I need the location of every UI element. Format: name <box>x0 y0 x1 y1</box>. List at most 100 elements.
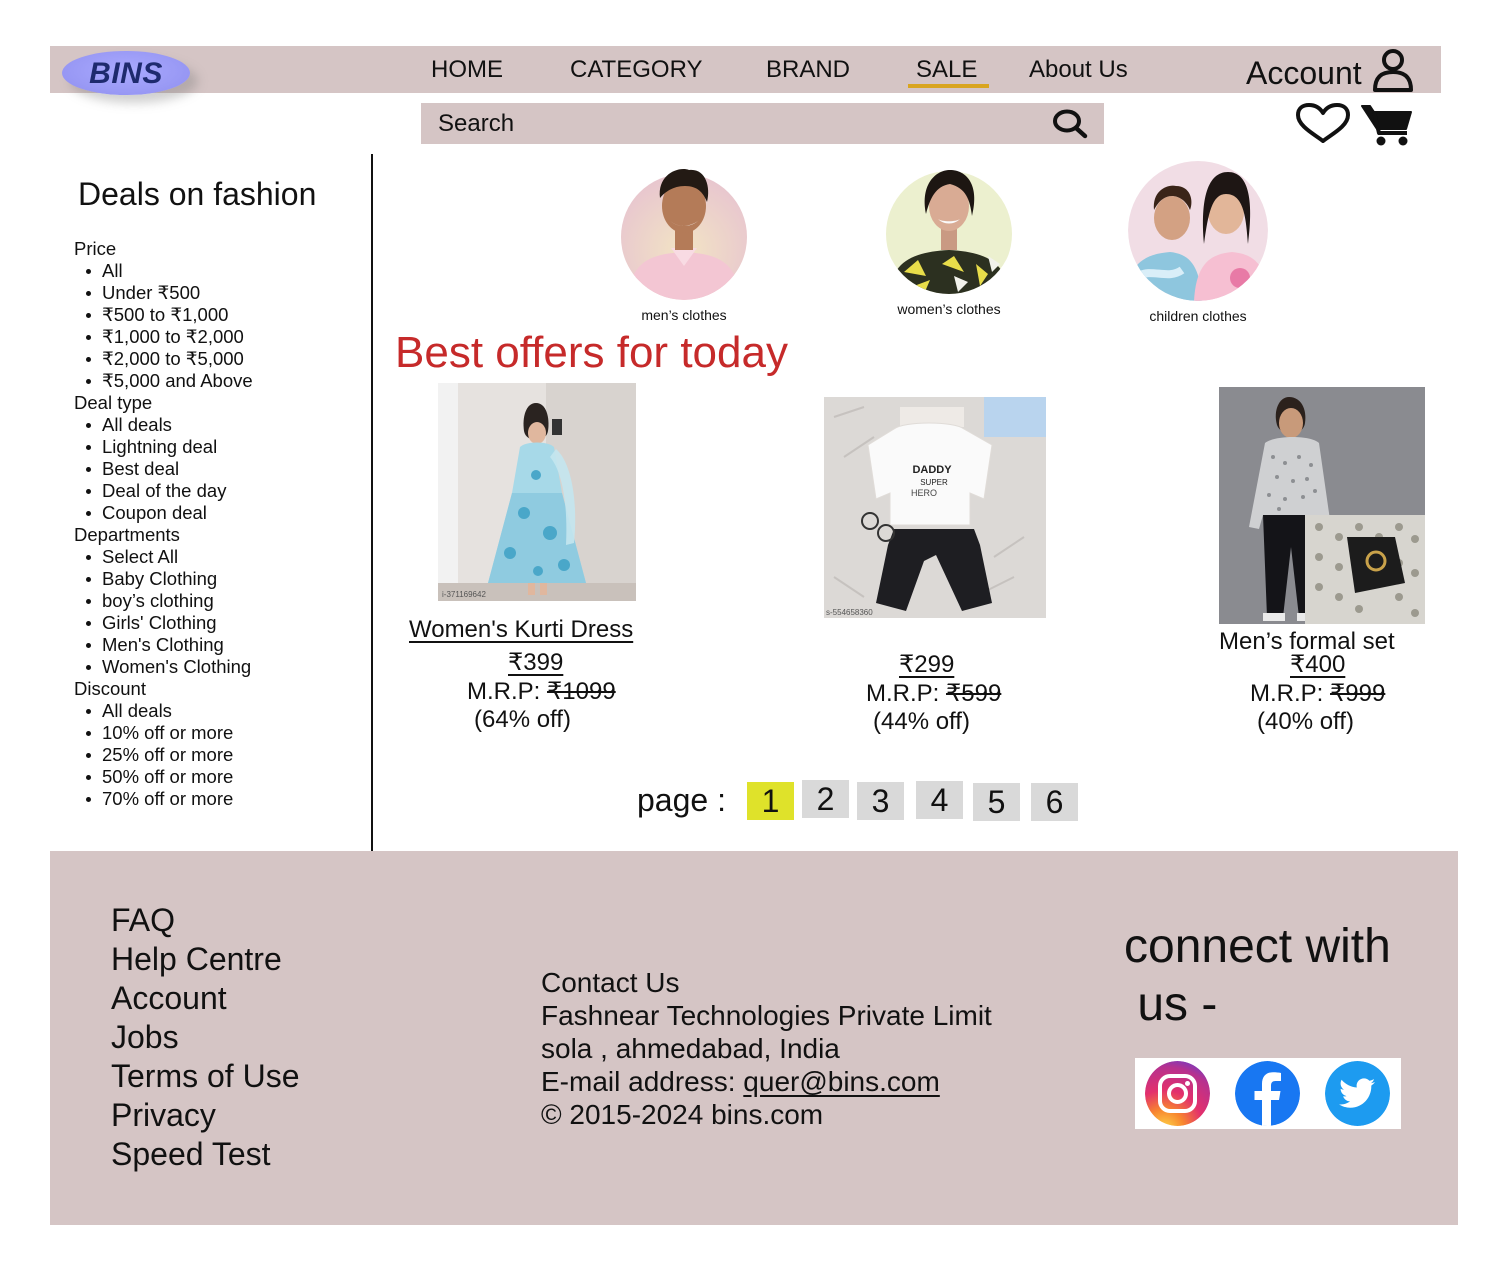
category-womens[interactable]: women’s clothes <box>869 164 1029 317</box>
filter-group-departments: Departments <box>74 524 180 545</box>
product-image-kids-set[interactable]: DADDY SUPER HERO s-554658360 <box>824 397 1046 618</box>
filter-item[interactable]: Best deal <box>86 458 253 480</box>
filter-item[interactable]: ₹500 to ₹1,000 <box>86 304 253 326</box>
active-nav-indicator <box>908 84 989 88</box>
sidebar-divider <box>371 154 373 851</box>
footer-link-terms[interactable]: Terms of Use <box>111 1057 299 1096</box>
filter-panel: Price All Under ₹500 ₹500 to ₹1,000 ₹1,0… <box>74 238 253 810</box>
bins-logo[interactable]: BINS <box>62 51 190 95</box>
email-line: E-mail address: quer@bins.com <box>541 1065 992 1098</box>
product-image-kurti[interactable]: i-371169642 <box>438 383 636 601</box>
category-mens[interactable]: men’s clothes <box>609 162 759 323</box>
twitter-icon[interactable] <box>1325 1061 1390 1126</box>
mrp-label: M.R.P: <box>1250 680 1331 707</box>
departments-filter-list: Select All Baby Clothing boy’s clothing … <box>74 546 253 678</box>
page-button-1[interactable]: 1 <box>747 782 794 820</box>
email-label: E-mail address: <box>541 1066 744 1097</box>
filter-item[interactable]: Girls' Clothing <box>86 612 253 634</box>
product-mrp: M.R.P: ₹999 <box>1250 679 1385 708</box>
deals-title: Deals on fashion <box>78 176 317 212</box>
footer-link-help-centre[interactable]: Help Centre <box>111 940 299 979</box>
mrp-label: M.R.P: <box>467 678 548 705</box>
category-label: men’s clothes <box>641 307 727 323</box>
product-price: ₹400 <box>1290 651 1346 678</box>
mrp-value: ₹999 <box>1330 680 1386 707</box>
shirt-print-hero: HERO <box>911 488 937 498</box>
facebook-icon[interactable] <box>1235 1061 1300 1126</box>
filter-item[interactable]: boy’s clothing <box>86 590 253 612</box>
contact-block: Contact Us Fashnear Technologies Private… <box>541 966 992 1131</box>
company-name: Fashnear Technologies Private Limit <box>541 1000 992 1031</box>
filter-item[interactable]: Women's Clothing <box>86 656 253 678</box>
nav-category[interactable]: CATEGORY <box>570 56 702 84</box>
mrp-value: ₹599 <box>946 680 1002 707</box>
filter-item[interactable]: 70% off or more <box>86 788 253 810</box>
filter-item[interactable]: ₹2,000 to ₹5,000 <box>86 348 253 370</box>
copyright: © 2015-2024 bins.com <box>541 1099 824 1130</box>
product-image-formal-set[interactable] <box>1219 387 1425 624</box>
children-category-image <box>1128 161 1268 301</box>
image-code: s-554658360 <box>826 608 873 617</box>
email-link[interactable]: quer@bins.com <box>743 1066 940 1097</box>
footer-link-privacy[interactable]: Privacy <box>111 1096 299 1135</box>
filter-item[interactable]: 50% off or more <box>86 766 253 788</box>
company-address: sola , ahmedabad, India <box>541 1033 840 1064</box>
womens-category-image <box>886 170 1012 297</box>
filter-item[interactable]: Under ₹500 <box>86 282 253 304</box>
filter-item[interactable]: Select All <box>86 546 253 568</box>
nav-sale[interactable]: SALE <box>916 56 977 84</box>
account-link[interactable]: Account <box>1246 55 1362 92</box>
filter-item[interactable]: Lightning deal <box>86 436 253 458</box>
mrp-label: M.R.P: <box>866 680 947 707</box>
image-code: i-371169642 <box>442 590 486 599</box>
product-price: ₹399 <box>508 649 564 676</box>
nav-brand[interactable]: BRAND <box>766 56 850 84</box>
instagram-icon[interactable] <box>1145 1061 1210 1126</box>
filter-item[interactable]: 10% off or more <box>86 722 253 744</box>
nav-home[interactable]: HOME <box>431 56 503 84</box>
cart-icon[interactable] <box>1360 102 1414 146</box>
category-label: children clothes <box>1149 308 1247 324</box>
footer-link-account[interactable]: Account <box>111 979 299 1018</box>
page-button-5[interactable]: 5 <box>973 783 1020 821</box>
search-icon[interactable] <box>1052 109 1088 139</box>
page-button-6[interactable]: 6 <box>1031 783 1078 821</box>
filter-item[interactable]: Deal of the day <box>86 480 253 502</box>
filter-item[interactable]: 25% off or more <box>86 744 253 766</box>
product-discount: (64% off) <box>474 706 571 733</box>
filter-item[interactable]: Men's Clothing <box>86 634 253 656</box>
nav-about-us[interactable]: About Us <box>1029 56 1128 84</box>
top-nav-bar <box>50 46 1441 93</box>
mens-category-image <box>621 169 747 300</box>
product-price: ₹299 <box>899 651 955 678</box>
filter-item[interactable]: ₹1,000 to ₹2,000 <box>86 326 253 348</box>
mrp-value: ₹1099 <box>547 678 616 705</box>
filter-group-deal-type: Deal type <box>74 392 153 413</box>
page-button-4[interactable]: 4 <box>916 781 963 819</box>
heart-icon[interactable] <box>1294 102 1352 144</box>
pagination-label: page : <box>637 782 726 818</box>
category-children[interactable]: children clothes <box>1118 158 1278 324</box>
category-label: women’s clothes <box>897 301 1001 317</box>
product-mrp: M.R.P: ₹1099 <box>467 677 616 706</box>
filter-group-price: Price <box>74 238 117 259</box>
footer-link-faq[interactable]: FAQ <box>111 901 299 940</box>
page-button-3[interactable]: 3 <box>857 782 904 820</box>
filter-item[interactable]: Baby Clothing <box>86 568 253 590</box>
product-discount: (40% off) <box>1257 708 1354 735</box>
page-button-2[interactable]: 2 <box>802 780 849 818</box>
user-icon[interactable] <box>1372 48 1414 92</box>
search-input[interactable] <box>421 103 1041 144</box>
filter-item[interactable]: All <box>86 260 253 282</box>
footer-link-speed-test[interactable]: Speed Test <box>111 1135 299 1174</box>
shirt-print-daddy: DADDY <box>912 464 952 476</box>
product-name-kurti[interactable]: Women's Kurti Dress <box>409 616 633 644</box>
filter-item[interactable]: Coupon deal <box>86 502 253 524</box>
footer-link-jobs[interactable]: Jobs <box>111 1018 299 1057</box>
logo-text: BINS <box>89 57 163 90</box>
filter-item[interactable]: All deals <box>86 414 253 436</box>
filter-item[interactable]: ₹5,000 and Above <box>86 370 253 392</box>
filter-item[interactable]: All deals <box>86 700 253 722</box>
shirt-print-super: SUPER <box>920 478 948 487</box>
product-mrp: M.R.P: ₹599 <box>866 679 1001 708</box>
